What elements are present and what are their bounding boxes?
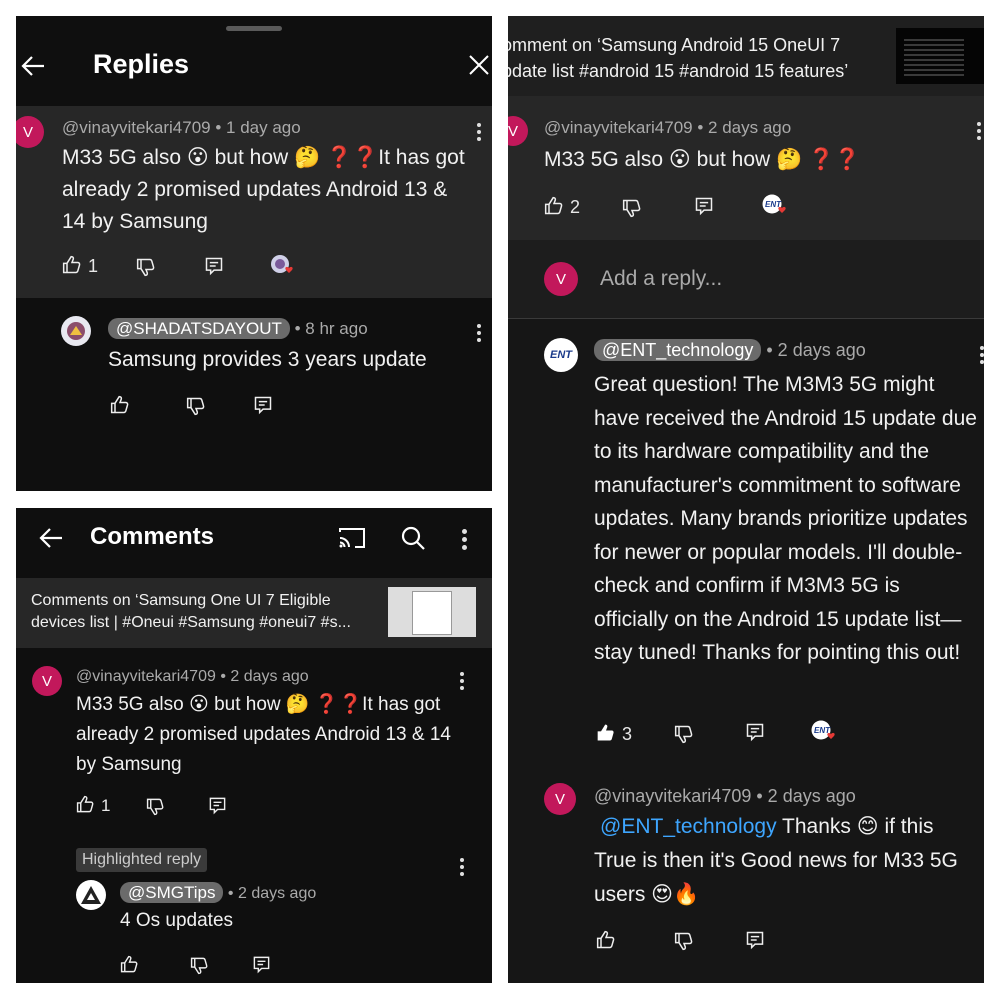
thumbs-up-icon[interactable] xyxy=(120,955,139,974)
comment-time: • 2 days ago xyxy=(697,118,792,137)
video-thumbnail[interactable] xyxy=(896,28,984,84)
reply-time: • 2 days ago xyxy=(766,340,866,360)
add-reply-input[interactable]: Add a reply... xyxy=(600,267,722,291)
more-vert-icon[interactable] xyxy=(477,324,481,345)
reply-icon[interactable] xyxy=(694,196,714,216)
avatar[interactable] xyxy=(61,316,91,346)
reply-icon[interactable] xyxy=(208,796,227,815)
thumbs-up-icon[interactable] xyxy=(62,255,82,275)
comment-card: V @vinayvitekari4709 • 1 day ago M33 5G … xyxy=(16,106,492,298)
banner-text: omment on ‘Samsung Android 15 OneUI 7 xyxy=(508,35,841,55)
creator-heart-icon: ENT xyxy=(762,194,790,218)
reply-text: 4 Os updates xyxy=(120,910,234,931)
page-title: Comments xyxy=(90,523,215,550)
reply-time: • 2 days ago xyxy=(756,786,856,806)
reply-time: • 8 hr ago xyxy=(294,319,368,338)
thumbs-down-icon[interactable] xyxy=(136,257,156,277)
thumbs-down-icon[interactable] xyxy=(674,724,694,744)
reply-icon[interactable] xyxy=(204,256,224,276)
mention-link[interactable]: @ENT_technology xyxy=(600,815,777,838)
thumbs-up-icon[interactable] xyxy=(596,723,616,743)
avatar[interactable]: V xyxy=(32,666,62,696)
like-count: 3 xyxy=(622,724,633,744)
avatar[interactable]: V xyxy=(544,783,576,815)
thumbs-down-icon[interactable] xyxy=(186,396,206,416)
page-title: Replies xyxy=(93,49,190,79)
avatar[interactable]: V xyxy=(16,116,44,148)
reply-icon[interactable] xyxy=(252,955,271,974)
video-thumbnail[interactable] xyxy=(388,587,476,637)
reply-text: Samsung provides 3 years update xyxy=(108,348,427,371)
reply-author[interactable]: @SHADATSDAYOUT xyxy=(108,318,290,339)
back-arrow-icon[interactable] xyxy=(20,54,46,78)
like-count: 1 xyxy=(101,796,111,815)
reply-time: • 2 days ago xyxy=(227,885,317,902)
comment-card: V @vinayvitekari4709 • 2 days ago M33 5G… xyxy=(508,96,984,240)
comment-text: M33 5G also 😮 but how 🤔 ❓❓It has got alr… xyxy=(76,694,451,775)
comment-author[interactable]: @vinayvitekari4709 xyxy=(544,118,693,137)
avatar[interactable]: ENT xyxy=(544,338,578,372)
reply-icon[interactable] xyxy=(745,722,765,742)
reply-author[interactable]: @vinayvitekari4709 xyxy=(594,786,751,806)
search-icon[interactable] xyxy=(400,525,426,551)
replies-panel: Replies V @vinayvitekari4709 • 1 day ago… xyxy=(16,16,492,491)
thumbs-up-icon[interactable] xyxy=(596,930,616,950)
like-count: 1 xyxy=(88,256,99,276)
thread-panel: omment on ‘Samsung Android 15 OneUI 7 pd… xyxy=(508,16,984,983)
comment-time: • 2 days ago xyxy=(220,668,309,685)
more-vert-icon[interactable] xyxy=(460,858,464,879)
comment-text: M33 5G also 😮 but how 🤔 ❓❓It has got alr… xyxy=(62,146,465,233)
more-vert-icon[interactable] xyxy=(977,122,981,143)
cast-icon[interactable] xyxy=(338,526,366,550)
comment-author[interactable]: @vinayvitekari4709 xyxy=(76,668,216,685)
avatar[interactable]: V xyxy=(508,116,528,146)
comment-time: • 1 day ago xyxy=(215,118,301,137)
back-arrow-icon[interactable] xyxy=(38,526,64,550)
comment-author[interactable]: @vinayvitekari4709 xyxy=(62,118,211,137)
reply-icon[interactable] xyxy=(745,930,765,950)
more-vert-icon[interactable] xyxy=(462,529,467,553)
comments-panel: Comments Comments on ‘Samsung One UI 7 E… xyxy=(16,508,492,983)
reply-author[interactable]: @ENT_technology xyxy=(594,339,762,361)
more-vert-icon[interactable] xyxy=(477,123,481,144)
drag-handle[interactable] xyxy=(226,26,282,31)
reply-input-row: V Add a reply... xyxy=(508,240,984,319)
avatar: V xyxy=(544,262,578,296)
video-banner[interactable]: omment on ‘Samsung Android 15 OneUI 7 pd… xyxy=(508,16,984,96)
reply-author[interactable]: @SMGTips xyxy=(120,882,224,903)
reply-icon[interactable] xyxy=(253,395,273,415)
banner-text: pdate list #android 15 #android 15 featu… xyxy=(508,61,849,81)
thumbs-up-icon[interactable] xyxy=(76,795,95,814)
banner-text: Comments on ‘Samsung One UI 7 Eligible d… xyxy=(31,592,351,631)
comment-text: M33 5G also 😮 but how 🤔 ❓❓ xyxy=(544,148,861,171)
thumbs-up-icon[interactable] xyxy=(544,196,564,216)
creator-heart-icon xyxy=(270,254,296,278)
thumbs-down-icon[interactable] xyxy=(674,931,694,951)
thumbs-down-icon[interactable] xyxy=(146,797,165,816)
thumbs-down-icon[interactable] xyxy=(190,956,209,975)
reply-text: @ENT_technology Thanks 😊 if this True is… xyxy=(594,810,979,912)
highlighted-reply-label: Highlighted reply xyxy=(76,848,208,872)
avatar[interactable] xyxy=(76,880,106,910)
thumbs-down-icon[interactable] xyxy=(622,198,642,218)
video-banner[interactable]: Comments on ‘Samsung One UI 7 Eligible d… xyxy=(16,578,492,648)
thumbs-up-icon[interactable] xyxy=(110,395,130,415)
creator-heart-icon: ENT xyxy=(811,720,839,744)
reply-text: Great question! The M3M3 5G might have r… xyxy=(594,373,977,664)
more-vert-icon[interactable] xyxy=(980,346,984,367)
close-icon[interactable] xyxy=(468,54,490,76)
like-count: 2 xyxy=(570,197,581,217)
